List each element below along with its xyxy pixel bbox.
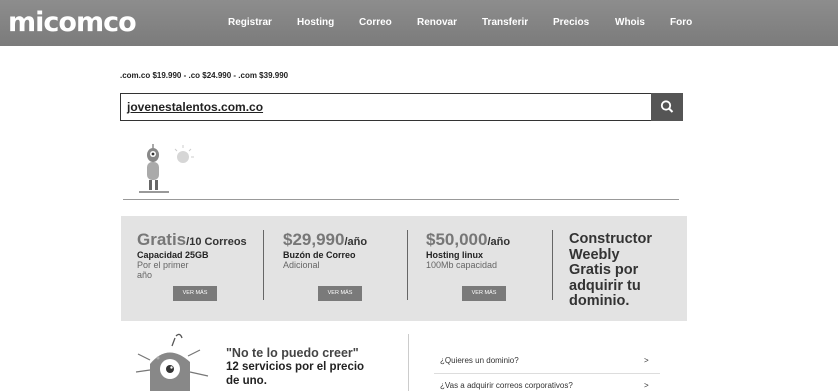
feature-hosting-suffix: /año <box>487 236 511 248</box>
robot-lightbulb-illustration <box>139 144 194 193</box>
promo-quote: "No te lo puedo creer" 12 servicios por … <box>226 346 364 388</box>
promo-quote-line2: 12 servicios por el precio <box>226 361 365 373</box>
nav-hosting[interactable]: Hosting <box>297 17 334 28</box>
faq-item-domain[interactable]: ¿Quieres un dominio? <box>440 356 519 365</box>
nav-whois[interactable]: Whois <box>615 17 645 28</box>
feature-hosting-price: $50,000 <box>426 230 488 249</box>
chevron-right-icon[interactable]: > <box>644 381 649 390</box>
nav-renovar[interactable]: Renovar <box>417 17 457 28</box>
nav-precios[interactable]: Precios <box>553 17 589 28</box>
feature-mailbox: $29,990/año Buzón de Correo Adicional <box>283 230 367 270</box>
nav-correo[interactable]: Correo <box>359 17 392 28</box>
faq-separator <box>408 334 409 391</box>
search-icon <box>660 100 674 113</box>
feature-email-line3: año <box>137 270 153 280</box>
search-button[interactable] <box>651 93 683 121</box>
feature-email: Gratis/10 Correos Capacidad 25GB Por el … <box>137 230 247 280</box>
ver-mas-button-hosting[interactable]: VER MÁS <box>462 286 506 301</box>
weebly-promo-line4: adquirir tu <box>569 277 641 294</box>
weebly-promo-line3: Gratis por <box>569 262 639 278</box>
top-navigation-bar: micomco Registrar Hosting Correo Renovar… <box>0 0 838 46</box>
domain-search: jovenestalentos.com.co <box>120 93 683 121</box>
domain-prices-line: .com.co $19.990 - .co $24.990 - .com $39… <box>120 71 289 80</box>
feature-hosting-line2: 100Mb capacidad <box>426 260 498 270</box>
feature-hosting: $50,000/año Hosting linux 100Mb capacida… <box>426 230 510 270</box>
feature-mailbox-line2: Adicional <box>283 260 320 270</box>
feature-email-price: Gratis <box>137 230 187 249</box>
nav-registrar[interactable]: Registrar <box>228 17 272 28</box>
domain-search-value: jovenestalentos.com.co <box>127 100 264 114</box>
weebly-promo-line1: Constructor <box>569 231 652 247</box>
feature-email-line1: Capacidad 25GB <box>137 250 209 260</box>
ver-mas-button-email[interactable]: VER MÁS <box>173 286 217 301</box>
weebly-promo: Constructor Weebly Gratis por adquirir t… <box>569 231 681 310</box>
feature-mailbox-line1: Buzón de Correo <box>283 250 356 260</box>
nav-foro[interactable]: Foro <box>670 17 692 28</box>
surprised-robot-illustration <box>135 333 209 391</box>
faq-divider <box>434 373 660 374</box>
feature-separator <box>263 230 264 300</box>
promo-quote-line1: "No te lo puedo creer" <box>226 346 359 360</box>
feature-separator <box>552 230 553 300</box>
weebly-promo-line2: Weebly <box>569 246 620 263</box>
weebly-promo-line5: dominio. <box>569 293 630 309</box>
feature-email-suffix: /10 Correos <box>186 236 247 248</box>
promo-quote-line3: de uno. <box>226 375 267 387</box>
nav-transferir[interactable]: Transferir <box>482 17 528 28</box>
feature-hosting-line1: Hosting linux <box>426 250 483 260</box>
ver-mas-button-mailbox[interactable]: VER MÁS <box>318 286 362 301</box>
feature-email-line2: Por el primer <box>137 260 189 270</box>
features-panel: Gratis/10 Correos Capacidad 25GB Por el … <box>121 216 687 321</box>
feature-mailbox-price: $29,990 <box>283 230 345 249</box>
domain-search-input[interactable]: jovenestalentos.com.co <box>120 93 652 121</box>
feature-mailbox-suffix: /año <box>344 236 368 248</box>
faq-item-email[interactable]: ¿Vas a adquirir correos corporativos? <box>440 381 573 390</box>
site-logo[interactable]: micomco <box>8 7 137 38</box>
section-divider <box>123 199 679 200</box>
chevron-right-icon[interactable]: > <box>644 356 649 365</box>
feature-separator <box>407 230 408 300</box>
